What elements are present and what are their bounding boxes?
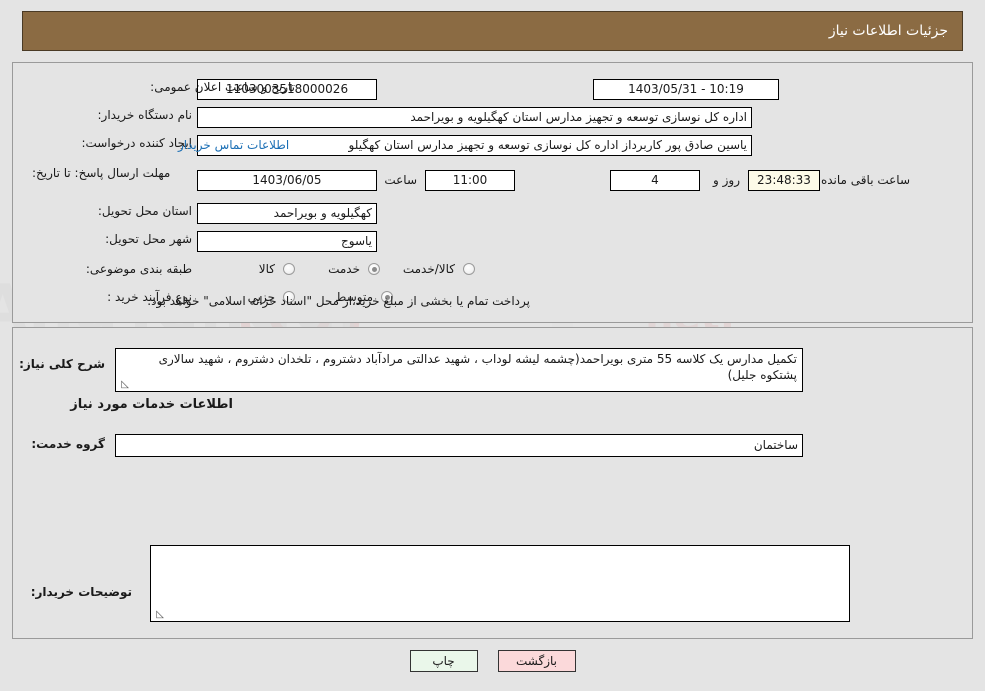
city-row: شهر محل تحویل: (105, 232, 192, 247)
page-header: جزئیات اطلاعات نیاز (22, 11, 963, 51)
radio-icon-goods-service[interactable] (463, 263, 475, 275)
province-label: استان محل تحویل: (97, 204, 192, 218)
city-label: شهر محل تحویل: (105, 232, 192, 246)
province-value: کهگیلویه و بویراحمد (197, 203, 377, 224)
need-info-panel (12, 62, 973, 323)
resize-grip-icon-notes[interactable]: ◺ (154, 610, 164, 620)
buyer-contact-link[interactable]: اطلاعات تماس خریدار (178, 138, 289, 152)
category-row: طبقه بندی موضوعی: (86, 262, 192, 277)
announce-date-label: تاریخ و ساعت اعلان عمومی: (150, 80, 295, 94)
announce-date-value: 1403/05/31 - 10:19 (593, 79, 779, 100)
deadline-label-wrap: مهلت ارسال پاسخ: تا تاریخ: (32, 166, 192, 181)
creator-label: ایجاد کننده درخواست: (81, 136, 192, 150)
payment-note: پرداخت تمام یا بخشی از مبلغ خرید،از محل … (147, 294, 530, 308)
category-option-goods-service-label: کالا/خدمت (402, 262, 455, 276)
category-option-service-label: خدمت (328, 262, 360, 276)
radio-icon-goods[interactable] (283, 263, 295, 275)
back-button[interactable]: بازگشت (497, 650, 576, 672)
service-group-label: گروه خدمت: (31, 437, 105, 451)
resize-grip-icon[interactable]: ◺ (119, 380, 129, 390)
buyer-org-value: اداره کل نوسازی توسعه و تجهیز مدارس استا… (197, 107, 752, 128)
category-option-goods-label: کالا (258, 262, 275, 276)
deadline-hour-label: ساعت (384, 173, 417, 187)
announce-date-row: تاریخ و ساعت اعلان عمومی: (150, 80, 295, 95)
time-remaining-value: 23:48:33 (748, 170, 820, 191)
deadline-date-value: 1403/06/05 (197, 170, 377, 191)
time-remaining-suffix: ساعت باقی مانده (820, 173, 910, 187)
description-value: تکمیل مدارس یک کلاسه 55 متری بویراحمد(چش… (158, 352, 797, 382)
buyer-notes-label: توضیحات خریدار: (30, 585, 132, 599)
category-option-goods[interactable]: کالا (259, 262, 295, 276)
category-option-goods-service[interactable]: کالا/خدمت (403, 262, 475, 276)
buyer-org-row: نام دستگاه خریدار: (98, 108, 193, 123)
province-row: استان محل تحویل: (98, 204, 192, 219)
radio-icon-service[interactable] (368, 263, 380, 275)
days-remaining-value: 4 (610, 170, 700, 191)
description-label: شرح کلی نیاز: (19, 357, 105, 371)
city-value: یاسوج (197, 231, 377, 252)
description-textarea[interactable]: تکمیل مدارس یک کلاسه 55 متری بویراحمد(چش… (115, 348, 803, 392)
deadline-hour-value: 11:00 (425, 170, 515, 191)
print-button[interactable]: چاپ (409, 650, 478, 672)
buyer-org-label: نام دستگاه خریدار: (97, 108, 193, 122)
service-group-value: ساختمان (115, 434, 803, 457)
creator-row: ایجاد کننده درخواست: (81, 136, 192, 151)
category-option-service[interactable]: خدمت (328, 262, 380, 276)
buyer-notes-textarea[interactable]: ◺ (150, 545, 850, 622)
days-unit-label: روز و (713, 173, 740, 187)
deadline-label: مهلت ارسال پاسخ: تا تاریخ: (32, 166, 171, 180)
page-title: جزئیات اطلاعات نیاز (828, 23, 948, 39)
category-label: طبقه بندی موضوعی: (85, 262, 192, 276)
services-section-title: اطلاعات خدمات مورد نیاز (70, 397, 233, 412)
footer-buttons: بازگشت چاپ (0, 650, 985, 672)
